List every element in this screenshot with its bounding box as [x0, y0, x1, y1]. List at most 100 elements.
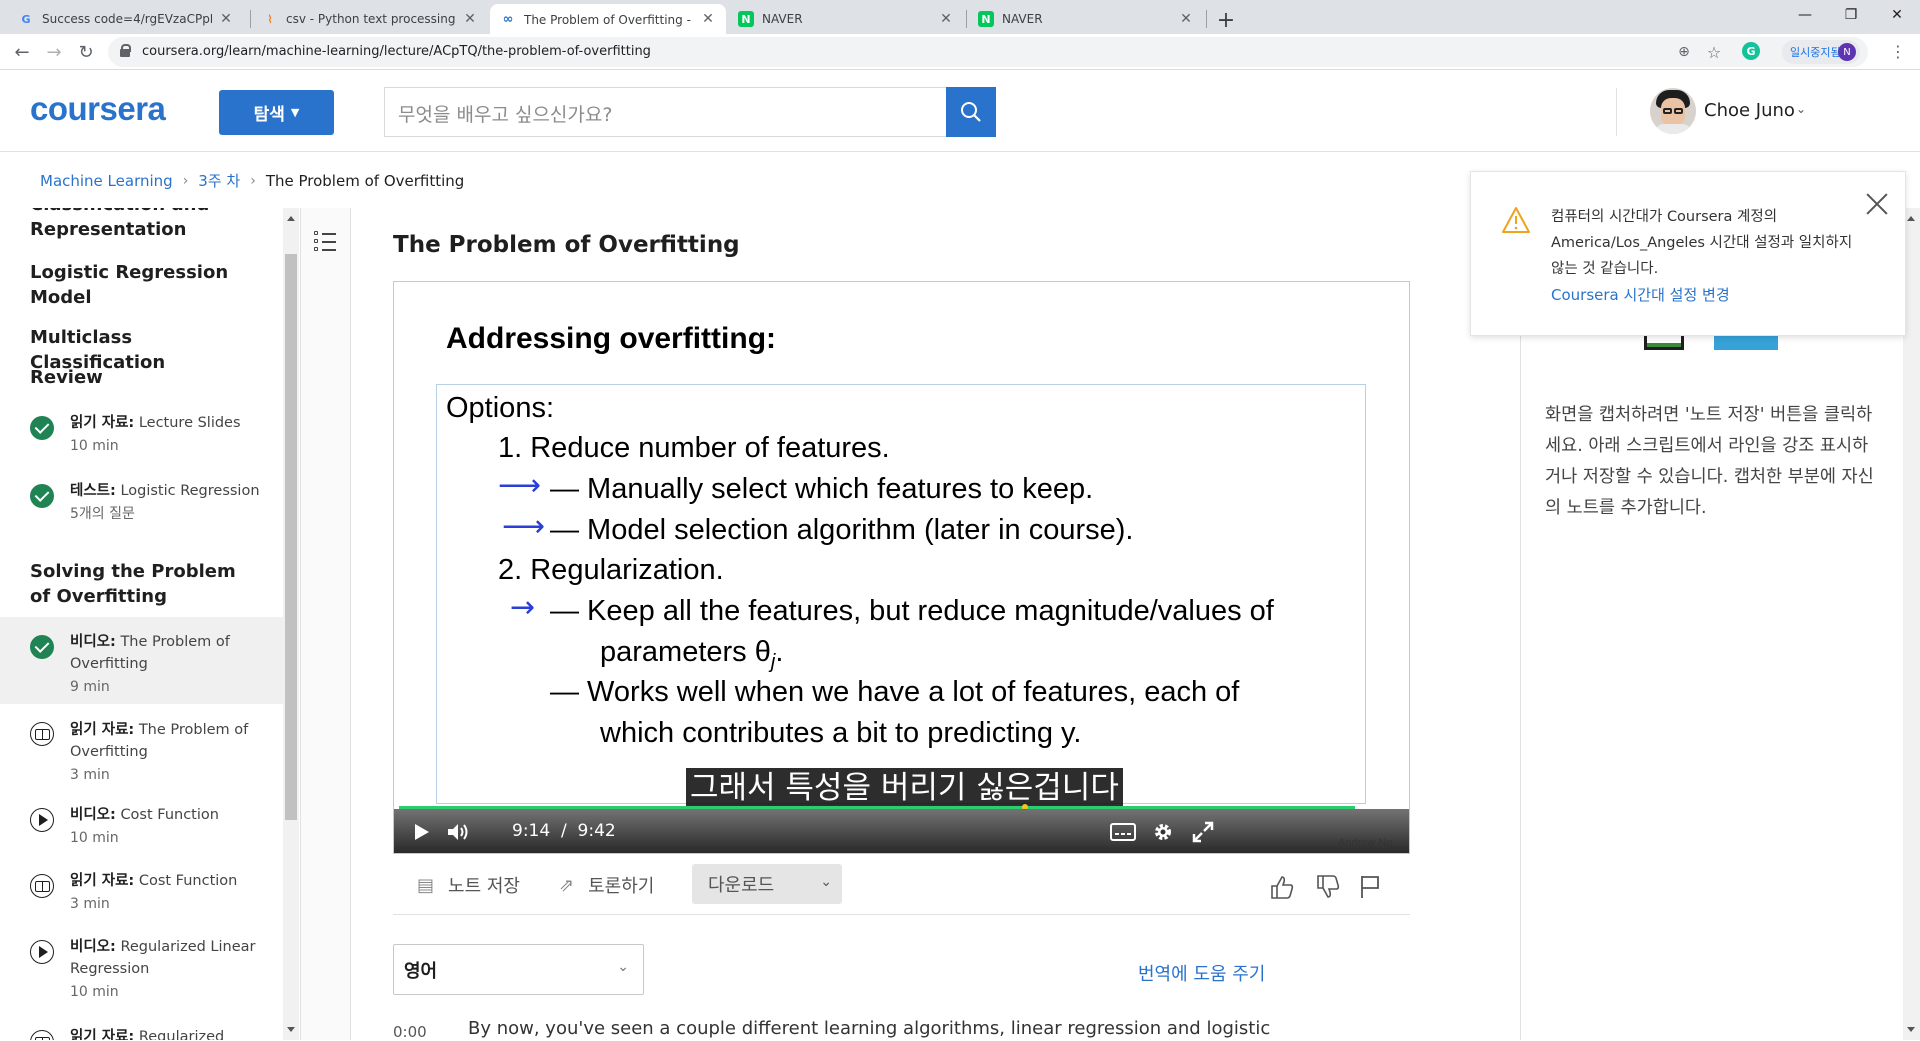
item-title: Regularized [138, 1029, 225, 1040]
fullscreen-icon[interactable] [1192, 821, 1214, 843]
handwritten-arrow-icon: ⟶ [498, 468, 542, 503]
breadcrumb-current: The Problem of Overfitting [265, 171, 465, 190]
browser-tabstrip: G Success code=4/rgEVzaCPpBX0 ✕ ⌇ csv - … [0, 0, 1920, 34]
breadcrumb-week-link[interactable]: 3주 차 [198, 170, 240, 191]
current-time: 9:14 [512, 821, 551, 841]
captions-icon[interactable] [1110, 823, 1136, 841]
sidebar-scrollbar[interactable] [283, 208, 299, 1040]
language-value: 영어 [404, 961, 438, 982]
browser-menu-icon[interactable]: ⋮ [1890, 42, 1906, 61]
avatar-body [1654, 124, 1692, 134]
chevron-right-icon: › [182, 172, 189, 189]
thumbs-down-icon[interactable] [1315, 874, 1341, 900]
transcript-text[interactable]: By now, you've seen a couple different l… [468, 1018, 1270, 1039]
avatar-glasses [1663, 108, 1672, 114]
back-icon[interactable]: ← [8, 38, 36, 66]
scroll-up-icon[interactable] [1907, 216, 1915, 221]
reload-icon[interactable]: ↻ [72, 38, 100, 66]
video-player[interactable]: Addressing overfitting: Options: 1. Redu… [393, 281, 1410, 854]
chevron-down-icon[interactable]: ⌄ [1796, 102, 1806, 116]
close-tab-icon[interactable]: ✕ [700, 11, 716, 27]
lock-icon [120, 44, 131, 57]
browser-tab[interactable]: ⌇ csv - Python text processing: AI ✕ [252, 4, 488, 34]
flag-icon[interactable] [1359, 874, 1381, 900]
sidebar-item-reading[interactable]: 읽기 자료: Regularized [0, 1012, 283, 1040]
site-header: coursera 탐색 ▼ 무엇을 배우고 싶으신가요? Choe Juno ⌄ [0, 70, 1920, 152]
profile-paused-button[interactable]: 일시중지됨 N [1782, 40, 1860, 64]
browser-tab[interactable]: G Success code=4/rgEVzaCPpBX0 ✕ [8, 4, 244, 34]
play-icon[interactable] [414, 823, 430, 841]
sidebar-item-lecture-slides[interactable]: 읽기 자료: Lecture Slides 10 min [0, 404, 283, 464]
item-title: Cost Function [120, 807, 219, 823]
item-type: 비디오: [70, 807, 116, 823]
sidebar-item-reading[interactable]: 읽기 자료: Cost Function 3 min [0, 858, 283, 922]
breadcrumb-course-link[interactable]: Machine Learning [40, 172, 173, 190]
video-time: 9:14 / 9:42 [512, 821, 616, 841]
close-window-icon[interactable]: ✕ [1874, 0, 1920, 30]
new-tab-button[interactable]: + [1212, 6, 1240, 34]
scroll-up-icon[interactable] [287, 216, 295, 221]
browser-tab-active[interactable]: ∞ The Problem of Overfitting - 스 ✕ [490, 4, 726, 34]
search-button[interactable] [946, 87, 996, 137]
transcript-timestamp[interactable]: 0:00 [393, 1023, 427, 1041]
close-tab-icon[interactable]: ✕ [1178, 11, 1194, 27]
slide-line: — Keep all the features, but reduce magn… [550, 595, 1274, 627]
close-tab-icon[interactable]: ✕ [218, 11, 234, 27]
slide-line-text: parameters θ [600, 636, 771, 668]
explore-button[interactable]: 탐색 ▼ [219, 90, 334, 135]
close-icon[interactable] [1863, 190, 1891, 218]
section-heading[interactable]: Classification and Representation [30, 208, 260, 242]
item-type: 읽기 자료: [70, 873, 135, 889]
sidebar-item-video[interactable]: 비디오: Cost Function 10 min [0, 792, 283, 856]
bookmark-star-icon[interactable]: ☆ [1704, 42, 1724, 62]
browser-toolbar: ← → ↻ coursera.org/learn/machine-learnin… [0, 34, 1920, 70]
coursera-logo[interactable]: coursera [30, 90, 166, 128]
tab-separator [966, 10, 967, 28]
list-outline-icon[interactable] [314, 230, 338, 252]
section-heading[interactable]: Logistic Regression Model [30, 260, 260, 310]
section-heading[interactable]: Solving the Problem of Overfitting [30, 559, 260, 609]
lesson-title: The Problem of Overfitting [393, 232, 740, 258]
scrollbar-thumb[interactable] [285, 254, 297, 820]
duration: 9:42 [577, 821, 616, 841]
minimize-icon[interactable]: — [1782, 0, 1828, 30]
sidebar-item-current-video[interactable]: 비디오: The Problem of Overfitting 9 min [0, 617, 283, 704]
user-name[interactable]: Choe Juno [1704, 100, 1795, 121]
search-input[interactable]: 무엇을 배우고 싶으신가요? [384, 87, 946, 137]
address-bar[interactable]: coursera.org/learn/machine-learning/lect… [108, 37, 1868, 67]
zoom-icon[interactable]: ⊕ [1674, 42, 1694, 62]
tab-title: NAVER [762, 12, 803, 26]
section-heading[interactable]: Review [30, 365, 260, 390]
sidebar-item-reading[interactable]: 읽기 자료: The Problem of Overfitting 3 min [0, 705, 283, 791]
thumbs-up-icon[interactable] [1269, 874, 1295, 900]
browser-tab[interactable]: N NAVER ✕ [728, 4, 964, 34]
header-divider [1616, 88, 1617, 136]
grammarly-extension-icon[interactable]: G [1742, 42, 1760, 60]
handwritten-arrow-icon: → [510, 590, 536, 625]
sidebar-item-text: 읽기 자료: Regularized [70, 1026, 270, 1040]
forward-icon[interactable]: → [40, 38, 68, 66]
scroll-down-icon[interactable] [1907, 1027, 1915, 1032]
sidebar-item-text: 테스트: Logistic Regression 5개의 질문 [70, 480, 270, 526]
close-tab-icon[interactable]: ✕ [462, 11, 478, 27]
save-note-button[interactable]: ▤ 노트 저장 [417, 872, 520, 898]
browser-tab[interactable]: N NAVER ✕ [968, 4, 1204, 34]
coursera-icon: ∞ [502, 11, 514, 27]
sidebar-item-quiz[interactable]: 테스트: Logistic Regression 5개의 질문 [0, 466, 283, 550]
download-dropdown[interactable]: 다운로드 ⌄ [692, 864, 842, 904]
slide-line: Options: [446, 392, 554, 424]
timezone-settings-link[interactable]: Coursera 시간대 설정 변경 [1551, 284, 1730, 305]
user-avatar[interactable] [1650, 88, 1696, 134]
settings-gear-icon[interactable] [1152, 821, 1174, 843]
sidebar-item-video[interactable]: 비디오: Regularized Linear Regression 10 mi… [0, 924, 283, 1010]
volume-icon[interactable] [446, 821, 470, 843]
scroll-down-icon[interactable] [287, 1027, 295, 1032]
close-tab-icon[interactable]: ✕ [938, 11, 954, 27]
restore-icon[interactable]: ❐ [1828, 0, 1874, 30]
slide-line: which contributes a bit to predicting y. [600, 717, 1082, 749]
slide-line: 1. Reduce number of features. [498, 432, 890, 464]
discuss-button[interactable]: ⇗ 토론하기 [559, 872, 654, 898]
help-translate-link[interactable]: 번역에 도움 주기 [1138, 960, 1265, 986]
transcript-language-select[interactable]: 영어 ⌄ [393, 944, 644, 995]
completed-check-icon [30, 635, 54, 659]
